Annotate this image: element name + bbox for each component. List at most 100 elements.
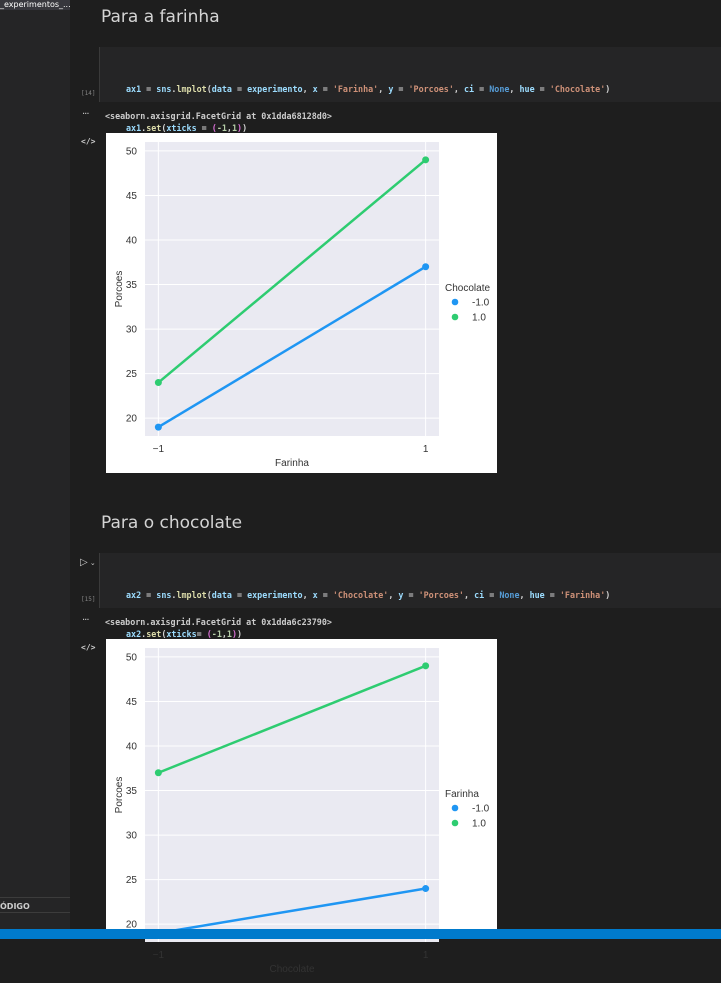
y-tick-label: 25: [126, 369, 138, 380]
code-token: =: [474, 84, 490, 94]
data-point: [154, 423, 162, 431]
code-token: ,: [378, 84, 389, 94]
code-cell-15[interactable]: ax2 = sns.lmplot(data = experimento, x =…: [99, 553, 721, 639]
code-token: =: [544, 590, 560, 600]
legend-marker: [451, 819, 459, 827]
explorer-sidebar: _experimentos_... ÓDIGO: [0, 0, 70, 939]
code-token: set: [146, 629, 162, 639]
code-line-1: ax2 = sns.lmplot(data = experimento, x =…: [126, 589, 610, 602]
x-tick-label: −1: [153, 950, 165, 961]
data-point: [422, 662, 430, 670]
code-token: ax1: [126, 123, 142, 133]
code-token: ax1: [126, 84, 142, 94]
output-mime-icon[interactable]: </>: [81, 643, 95, 652]
data-point: [422, 156, 430, 164]
plot-figure-1: 20 25 30 35 40 45 50 −1 1 Farinha Porcoes Chocolate…: [106, 133, 497, 473]
code-token: ,: [463, 590, 475, 600]
code-token: xticks: [166, 123, 197, 133]
execution-count: [15]: [81, 596, 96, 603]
y-tick-label: 40: [126, 742, 138, 753]
legend-title: Chocolate: [445, 283, 490, 294]
y-tick-label: 25: [126, 875, 138, 886]
sidebar-file-item[interactable]: _experimentos_...: [0, 0, 70, 10]
y-tick-label: 45: [126, 697, 138, 708]
code-token: ): [237, 629, 243, 639]
output-menu-icon[interactable]: ···: [82, 109, 89, 120]
code-token: lmplot: [176, 84, 207, 94]
code-cell-14[interactable]: ax1 = sns.lmplot(data = experimento, x =…: [99, 47, 721, 133]
code-token: xticks: [166, 629, 197, 639]
code-token: =: [231, 84, 248, 94]
legend-title: Farinha: [445, 789, 479, 800]
code-token: 'Chocolate': [549, 84, 606, 94]
data-point: [154, 769, 162, 777]
code-token: -1: [216, 123, 227, 133]
chevron-down-icon[interactable]: ⌄: [88, 559, 96, 567]
code-token: =: [141, 590, 157, 600]
code-token: sns: [156, 84, 172, 94]
data-point: [422, 885, 430, 893]
code-token: experimento: [247, 84, 303, 94]
code-token: ): [605, 590, 611, 600]
lmplot-chart-2: 20253035404550−1 1ChocolatePorcoes Farinha…: [114, 648, 490, 975]
code-token: hue: [529, 590, 545, 600]
code-token: =: [534, 84, 550, 94]
code-token: =: [403, 590, 419, 600]
code-token: ,: [453, 84, 464, 94]
x-tick-label: −1: [153, 444, 165, 455]
legend-label: -1.0: [472, 298, 490, 309]
code-token: ax2: [126, 590, 142, 600]
legend-label: 1.0: [472, 313, 486, 324]
code-token: experimento: [247, 590, 303, 600]
output-menu-icon[interactable]: ···: [82, 615, 89, 626]
data-point: [154, 379, 162, 387]
code-token: 'Porcoes': [408, 84, 454, 94]
plot-area: [145, 648, 439, 942]
code-token: set: [146, 123, 162, 133]
status-bar: [0, 929, 721, 939]
code-token: ,: [388, 590, 399, 600]
output-text: <seaborn.axisgrid.FacetGrid at 0x1dda681…: [105, 111, 332, 121]
code-token: lmplot: [176, 590, 207, 600]
code-token: ): [605, 84, 611, 94]
code-token: ci: [474, 590, 485, 600]
code-line-1: ax1 = sns.lmplot(data = experimento, x =…: [126, 83, 610, 96]
execution-count: [14]: [81, 90, 96, 97]
x-tick-label: 1: [423, 444, 429, 455]
legend-marker: [451, 313, 459, 321]
y-tick-label: 40: [126, 236, 138, 247]
y-tick-label: 30: [126, 831, 138, 842]
code-token: None: [489, 84, 510, 94]
y-tick-label: 35: [126, 280, 138, 291]
sidebar-divider: [0, 912, 70, 913]
code-token: ,: [302, 84, 313, 94]
code-token: =: [317, 590, 333, 600]
code-token: =: [484, 590, 500, 600]
y-tick-label: 50: [126, 652, 138, 663]
code-token: hue: [519, 84, 535, 94]
code-token: 'Farinha': [332, 84, 379, 94]
run-cell-icon[interactable]: ▷ ⌄: [80, 557, 96, 568]
plot-figure-2: 20 25 30 35 40 45 50 −1 1 Chocolate Porcoes Farinha…: [106, 639, 497, 975]
output-mime-icon[interactable]: </>: [81, 137, 95, 146]
code-token: sns: [156, 590, 172, 600]
y-axis-label: Porcoes: [114, 271, 125, 308]
code-token: =: [317, 84, 333, 94]
code-token: =: [231, 590, 248, 600]
code-token: -1: [211, 629, 222, 639]
y-tick-label: 50: [126, 146, 138, 157]
code-token: 'Chocolate': [332, 590, 389, 600]
lmplot-chart-1: 20 25 30 35 40 45 50 −1 1 Farinha Porcoes Chocolate…: [114, 142, 490, 469]
sidebar-section-header[interactable]: ÓDIGO: [0, 897, 70, 911]
markdown-heading-farinha: Para a farinha: [101, 7, 220, 27]
y-tick-label: 45: [126, 191, 138, 202]
code-token: 'Porcoes': [418, 590, 464, 600]
legend-label: -1.0: [472, 804, 490, 815]
y-axis-label: Porcoes: [114, 777, 125, 814]
legend-label: 1.0: [472, 819, 486, 830]
code-token: ax2: [126, 629, 142, 639]
code-token: ,: [302, 590, 313, 600]
markdown-heading-chocolate: Para o chocolate: [101, 513, 243, 533]
code-token: =: [393, 84, 409, 94]
code-token: =: [196, 629, 207, 639]
